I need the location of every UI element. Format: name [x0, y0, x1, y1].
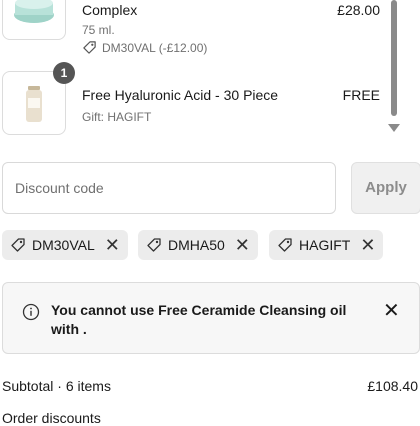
- tag-icon: [278, 238, 292, 252]
- scrollbar[interactable]: [388, 0, 400, 142]
- remove-x-icon[interactable]: ✕: [235, 236, 250, 254]
- product-image: [14, 0, 54, 23]
- item-gift: Gift: HAGIFT: [82, 110, 152, 124]
- scroll-down-arrow-icon[interactable]: [388, 124, 400, 132]
- cart-items-list: Complex 75 ml. DM30VAL (-£12.00) £28.00 …: [0, 0, 402, 142]
- item-size: 75 ml.: [82, 23, 115, 37]
- discount-chip: DM30VAL ✕: [2, 230, 128, 260]
- subtotal-value: £108.40: [367, 378, 418, 394]
- error-alert: You cannot use Free Ceramide Cleansing o…: [2, 282, 420, 354]
- discount-chip: HAGIFT ✕: [269, 230, 384, 260]
- item-discount-text: DM30VAL (-£12.00): [102, 40, 208, 55]
- discount-code-input[interactable]: [2, 162, 336, 214]
- discount-chip-code: DM30VAL: [32, 237, 95, 253]
- order-discounts-label: Order discounts: [2, 410, 101, 426]
- item-discount: DM30VAL (-£12.00): [82, 40, 207, 55]
- item-name: Complex: [82, 2, 138, 18]
- discount-chip: DMHA50 ✕: [138, 230, 258, 260]
- item-price: £28.00: [337, 2, 380, 18]
- tag-icon: [83, 41, 96, 54]
- alert-message: You cannot use Free Ceramide Cleansing o…: [51, 302, 347, 337]
- product-thumbnail: [2, 0, 66, 40]
- info-icon: [22, 303, 40, 321]
- tag-icon: [147, 238, 161, 252]
- scrollbar-thumb[interactable]: [391, 0, 397, 116]
- close-icon[interactable]: ✕: [383, 301, 400, 321]
- discount-chip-code: DMHA50: [168, 237, 225, 253]
- product-thumbnail: 1: [2, 62, 75, 135]
- discount-chip-code: HAGIFT: [299, 237, 351, 253]
- remove-x-icon[interactable]: ✕: [360, 236, 375, 254]
- apply-button[interactable]: Apply: [351, 162, 420, 214]
- remove-x-icon[interactable]: ✕: [105, 236, 120, 254]
- quantity-badge: 1: [53, 62, 75, 84]
- item-name: Free Hyaluronic Acid - 30 Piece: [82, 87, 279, 103]
- subtotal-label: Subtotal · 6 items: [2, 378, 111, 394]
- product-image: [26, 86, 42, 122]
- item-price: FREE: [342, 87, 380, 103]
- tag-icon: [11, 238, 25, 252]
